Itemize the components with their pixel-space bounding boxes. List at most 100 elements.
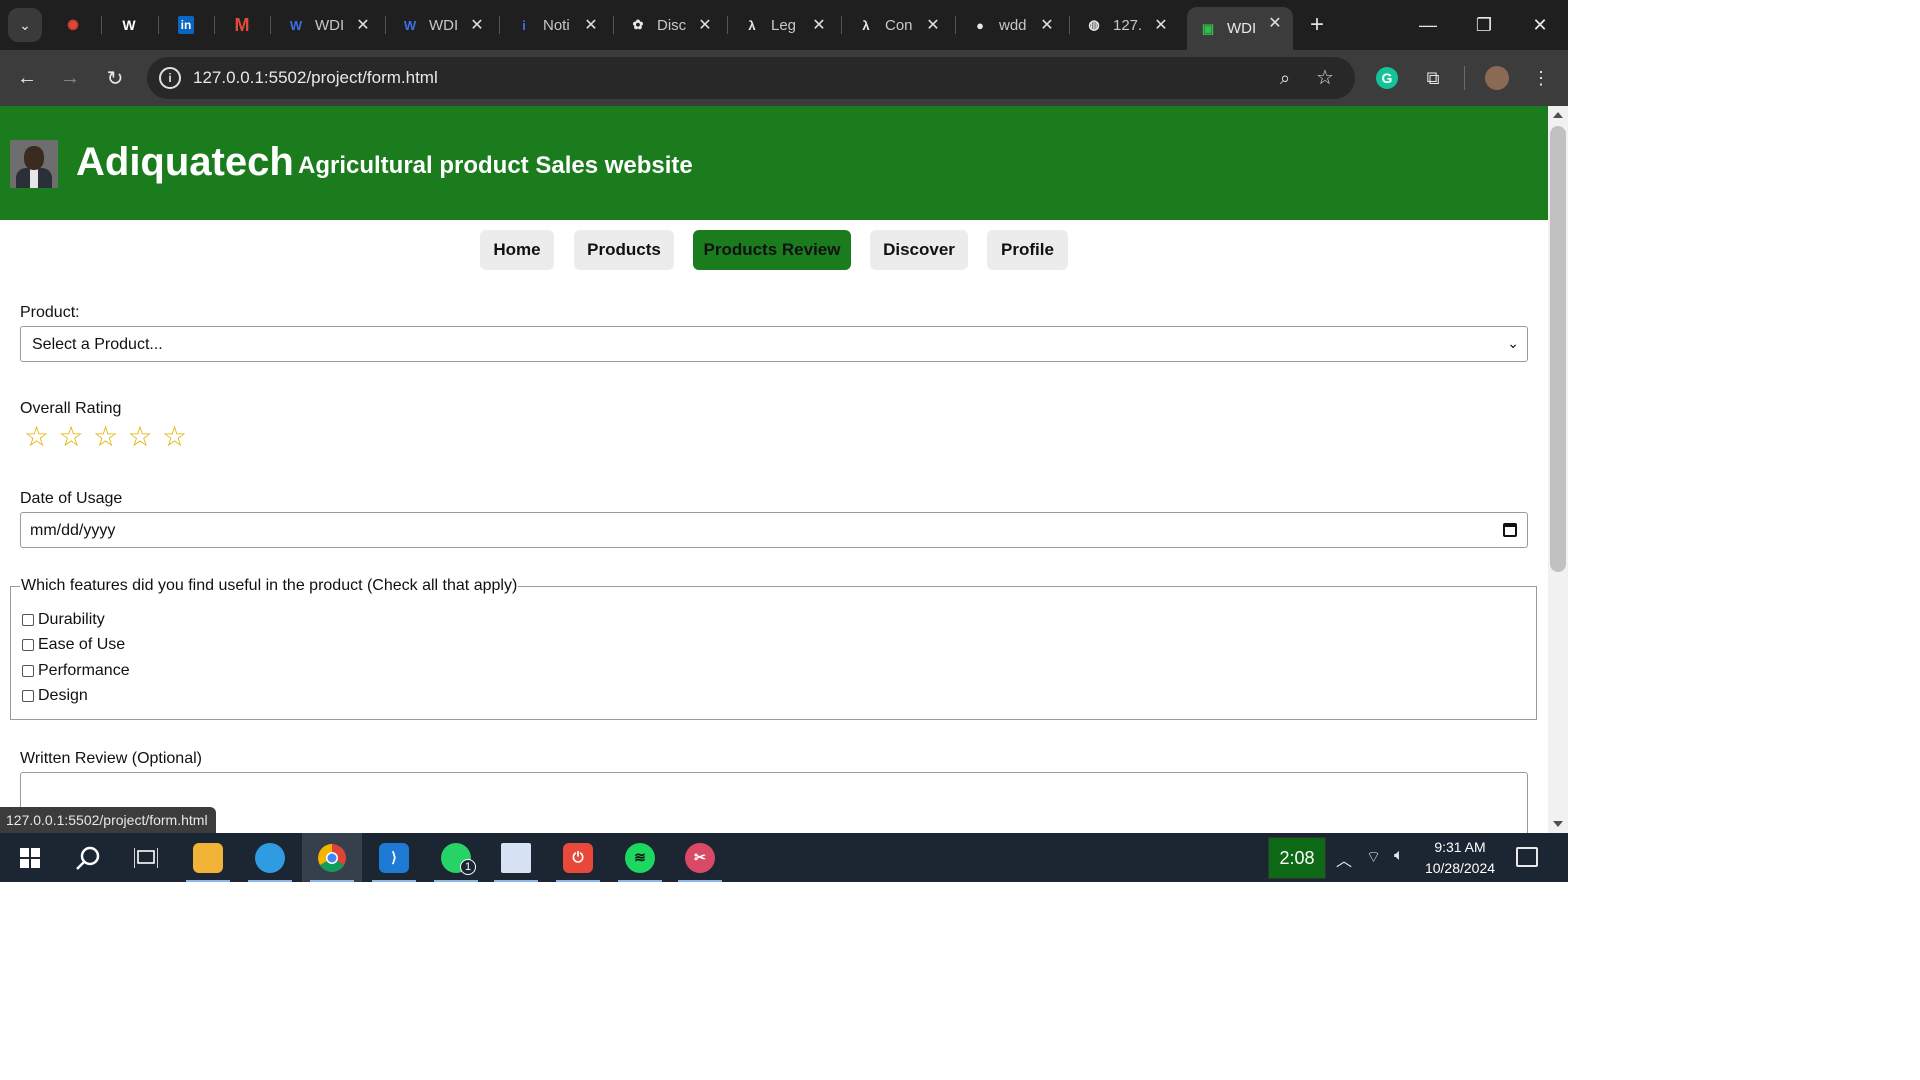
feature-performance[interactable]: Performance (22, 661, 130, 681)
edge-browser-icon[interactable] (240, 833, 300, 882)
minimize-button[interactable]: — (1400, 0, 1456, 50)
tab-separator (613, 16, 614, 34)
feature-checkbox[interactable] (22, 690, 34, 702)
close-tab-icon[interactable]: ✕ (1149, 13, 1173, 37)
close-tab-icon[interactable]: ✕ (807, 13, 831, 37)
site-brand: Adiquatech (76, 140, 294, 184)
close-tab-icon[interactable]: ✕ (693, 13, 717, 37)
link-status-bubble: 127.0.0.1:5502/project/form.html (0, 807, 216, 833)
forward-arrow-icon[interactable]: → (53, 61, 87, 95)
nav-products-review[interactable]: Products Review (693, 230, 851, 270)
date-of-usage-input[interactable]: mm/dd/yyyy (20, 512, 1528, 548)
close-tab-icon[interactable]: ✕ (1035, 13, 1059, 37)
search-icon[interactable] (58, 833, 118, 882)
timer-widget[interactable]: 2:08 (1268, 837, 1326, 879)
browser-tab[interactable]: ● wdd ✕ (959, 9, 1065, 41)
site-nav: Home Products Products Review Discover P… (0, 230, 1548, 270)
pinned-tab-webflow-icon[interactable]: W (116, 12, 142, 38)
show-hidden-icons-chevron-icon[interactable]: ︿ (1336, 847, 1352, 871)
chrome-browser-icon[interactable] (302, 833, 362, 882)
site-tagline: Agricultural product Sales website (298, 152, 693, 179)
tab-search-button[interactable]: ⌄ (8, 8, 42, 42)
system-clock[interactable]: 9:31 AM 10/28/2024 (1420, 837, 1500, 879)
notification-center-icon[interactable] (1516, 847, 1538, 867)
scroll-up-arrow-icon[interactable] (1553, 112, 1563, 118)
new-tab-button[interactable]: + (1302, 10, 1332, 40)
globe-icon: ◍ (1088, 17, 1100, 32)
nav-home[interactable]: Home (480, 230, 554, 270)
browser-tab[interactable]: ▣ WDI ✕ (1187, 7, 1293, 50)
browser-tab-strip: ⌄ ✺ W in M W WDI ✕ W WDI ✕ i Noti ✕ ✿ Disc ✕ λ Leg ✕ λ C… (0, 0, 1568, 50)
browser-tab[interactable]: λ Con ✕ (845, 9, 951, 41)
rating-star-icon[interactable]: ☆ (162, 422, 187, 452)
pinned-tab-linkedin-icon[interactable]: in (173, 12, 199, 38)
browser-tab[interactable]: ◍ 127. ✕ (1073, 9, 1179, 41)
task-view-icon[interactable] (116, 833, 176, 882)
power-app-icon[interactable]: ⏻ (548, 833, 608, 882)
extensions-puzzle-icon[interactable]: ⧉ (1418, 63, 1448, 93)
browser-tab[interactable]: λ Leg ✕ (731, 9, 837, 41)
browser-tab[interactable]: W WDI ✕ (275, 9, 381, 41)
nav-profile[interactable]: Profile (987, 230, 1068, 270)
scrollbar-thumb[interactable] (1550, 126, 1566, 572)
features-legend: Which features did you find useful in th… (20, 577, 519, 595)
close-tab-icon[interactable]: ✕ (579, 13, 603, 37)
file-explorer-icon[interactable] (178, 833, 238, 882)
snipping-tool-icon[interactable]: ✂ (670, 833, 730, 882)
browser-menu-icon[interactable]: ⋮ (1526, 63, 1556, 93)
feature-durability[interactable]: Durability (22, 610, 105, 630)
back-arrow-icon[interactable]: ← (10, 61, 44, 95)
wordpress-icon: W (403, 17, 417, 33)
rating-label: Overall Rating (20, 400, 122, 417)
close-window-button[interactable]: ✕ (1512, 0, 1568, 50)
feature-checkbox[interactable] (22, 665, 34, 677)
feature-label: Ease of Use (38, 636, 126, 653)
product-label: Product: (20, 304, 80, 321)
site-info-icon[interactable]: i (159, 67, 181, 89)
nav-products[interactable]: Products (574, 230, 674, 270)
github-icon: ● (976, 17, 984, 33)
rating-star-icon[interactable]: ☆ (59, 422, 84, 452)
close-tab-icon[interactable]: ✕ (351, 13, 375, 37)
product-select[interactable]: Select a Product... ⌄ (20, 326, 1528, 362)
close-tab-icon[interactable]: ✕ (921, 13, 945, 37)
zoom-icon[interactable]: ⌕ (1273, 66, 1297, 90)
vscode-icon[interactable]: ⟩ (364, 833, 424, 882)
grammarly-extension-icon[interactable]: G (1372, 63, 1402, 93)
feature-checkbox[interactable] (22, 614, 34, 626)
rating-star-icon[interactable]: ☆ (24, 422, 49, 452)
close-tab-icon[interactable]: ✕ (465, 13, 489, 37)
rating-star-icon[interactable]: ☆ (128, 422, 153, 452)
feature-checkbox[interactable] (22, 639, 34, 651)
rating-star-icon[interactable]: ☆ (93, 422, 118, 452)
restore-button[interactable]: ❐ (1456, 0, 1512, 50)
address-url[interactable]: 127.0.0.1:5502/project/form.html (193, 68, 438, 88)
whatsapp-icon[interactable]: 1 (426, 833, 486, 882)
bookmark-star-icon[interactable]: ☆ (1313, 64, 1337, 90)
start-windows-icon[interactable] (0, 833, 60, 882)
calendar-icon[interactable] (1503, 523, 1517, 537)
network-icon[interactable]: ⌔ (1366, 847, 1381, 867)
written-review-textarea[interactable] (20, 772, 1528, 833)
feature-ease-of-use[interactable]: Ease of Use (22, 635, 125, 655)
reload-icon[interactable]: ↻ (98, 61, 132, 95)
browser-tab[interactable]: W WDI ✕ (389, 9, 495, 41)
document-app-icon[interactable] (486, 833, 546, 882)
address-bar[interactable]: i 127.0.0.1:5502/project/form.html ⌕ ☆ (147, 57, 1355, 99)
pinned-tab-gmail-icon[interactable]: M (229, 12, 255, 38)
profile-avatar[interactable] (1482, 63, 1512, 93)
info-icon: i (522, 17, 526, 33)
nav-discover[interactable]: Discover (870, 230, 968, 270)
browser-tab[interactable]: i Noti ✕ (503, 9, 609, 41)
tab-separator (101, 16, 102, 34)
close-tab-icon[interactable]: ✕ (1263, 11, 1287, 35)
pinned-tab-settings-icon[interactable]: ✺ (60, 12, 86, 38)
spotify-icon[interactable]: ≋ (610, 833, 670, 882)
tab-title: WDI (315, 16, 345, 34)
browser-tab[interactable]: ✿ Disc ✕ (617, 9, 723, 41)
feature-design[interactable]: Design (22, 686, 88, 706)
page-scrollbar[interactable] (1548, 106, 1568, 833)
scroll-down-arrow-icon[interactable] (1553, 821, 1563, 827)
tab-separator (1069, 16, 1070, 34)
volume-icon[interactable]: 🔈︎ (1394, 847, 1404, 865)
